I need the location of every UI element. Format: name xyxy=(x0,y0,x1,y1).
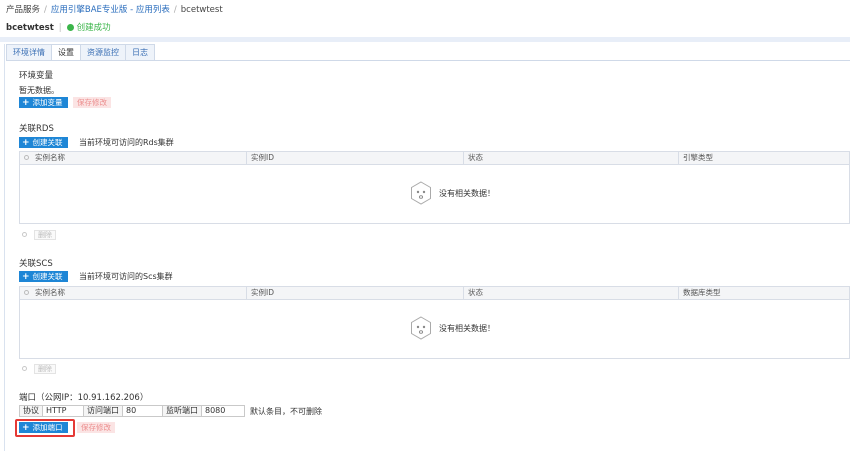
env-vars-title: 环境变量 xyxy=(19,71,54,81)
breadcrumb-separator: / xyxy=(44,5,47,15)
create-rds-association-button[interactable]: + 创建关联 xyxy=(19,137,68,148)
port-entry-row: 协议 HTTP 访问端口 80 监听端口 8080 默认条目，不可删除 xyxy=(19,405,322,417)
column-header-status: 状态 xyxy=(464,287,679,299)
column-label: 实例名称 xyxy=(35,288,65,297)
column-header-instance-id: 实例ID xyxy=(247,152,464,164)
plus-icon: + xyxy=(22,272,30,282)
rds-empty-state: 没有相关数据！ xyxy=(409,181,495,205)
tab-logs[interactable]: 日志 xyxy=(125,44,155,61)
rds-table-header: 实例名称 实例ID 状态 引擎类型 xyxy=(20,152,849,165)
status-dot-icon xyxy=(66,24,74,31)
scs-empty-text: 没有相关数据！ xyxy=(439,323,495,333)
status-text: 创建成功 xyxy=(76,23,111,33)
highlight-outline xyxy=(15,419,75,437)
column-header-instance-id: 实例ID xyxy=(247,287,464,299)
scs-table-footer: 删除 xyxy=(22,363,56,374)
protocol-select[interactable]: HTTP xyxy=(43,405,84,417)
default-entry-note: 默认条目，不可删除 xyxy=(250,406,322,416)
add-variable-label: 添加变量 xyxy=(32,98,63,107)
rds-empty-text: 没有相关数据！ xyxy=(439,188,495,198)
select-all-radio[interactable] xyxy=(24,155,29,160)
app-header: bcetwtest | 创建成功 xyxy=(6,21,111,33)
app-name: bcetwtest xyxy=(6,23,54,33)
access-port-label: 访问端口 xyxy=(84,405,123,417)
create-scs-association-button[interactable]: + 创建关联 xyxy=(19,271,68,282)
ports-title: 端口（公网IP：10.91.162.206） xyxy=(19,393,149,403)
rds-table-footer: 删除 xyxy=(22,229,56,240)
scs-hint: 当前环境可访问的Scs集群 xyxy=(79,272,173,281)
empty-face-icon xyxy=(411,316,431,340)
create-scs-label: 创建关联 xyxy=(32,272,63,281)
plus-icon: + xyxy=(22,138,30,148)
tab-bar-underline xyxy=(6,60,850,61)
select-all-radio[interactable] xyxy=(24,290,29,295)
env-vars-empty-text: 暂无数据。 xyxy=(19,86,59,95)
scs-title: 关联SCS xyxy=(19,259,53,269)
header-divider xyxy=(0,37,850,42)
select-all-radio-footer[interactable] xyxy=(22,232,27,237)
column-header-instance-name: 实例名称 xyxy=(20,152,247,164)
rds-table: 实例名称 实例ID 状态 引擎类型 没有相关数据！ xyxy=(19,151,850,224)
rds-delete-button[interactable]: 删除 xyxy=(34,229,56,240)
tab-settings[interactable]: 设置 xyxy=(51,44,81,61)
breadcrumb: 产品服务 / 应用引擎BAE专业版 - 应用列表 / bcetwtest xyxy=(6,3,223,15)
scs-table-body: 没有相关数据！ xyxy=(20,300,849,358)
column-header-database-type: 数据库类型 xyxy=(683,288,721,297)
scs-table-header: 实例名称 实例ID 状态 数据库类型 xyxy=(20,287,849,300)
tab-env-details[interactable]: 环境详情 xyxy=(6,44,52,61)
scs-table: 实例名称 实例ID 状态 数据库类型 没有相关数据！ xyxy=(19,286,850,359)
add-variable-button[interactable]: + 添加变量 xyxy=(19,97,68,108)
save-env-button[interactable]: 保存修改 xyxy=(73,97,111,108)
breadcrumb-separator: / xyxy=(173,5,177,15)
column-header-instance-name: 实例名称 xyxy=(20,287,247,299)
tab-resource-monitor[interactable]: 资源监控 xyxy=(80,44,126,61)
column-header-status: 状态 xyxy=(464,152,679,164)
tab-bar: 环境详情 设置 资源监控 日志 xyxy=(6,44,155,61)
scs-empty-state: 没有相关数据！ xyxy=(409,316,495,340)
listen-port-input[interactable]: 8080 xyxy=(202,405,245,417)
create-rds-label: 创建关联 xyxy=(32,138,63,147)
scs-delete-button[interactable]: 删除 xyxy=(34,363,56,374)
rds-title: 关联RDS xyxy=(19,124,54,134)
column-header-engine-type: 引擎类型 xyxy=(683,153,713,162)
header-separator: | xyxy=(58,23,62,33)
rds-hint: 当前环境可访问的Rds集群 xyxy=(79,138,174,147)
select-all-radio-footer[interactable] xyxy=(22,366,27,371)
column-label: 实例名称 xyxy=(35,153,65,162)
plus-icon: + xyxy=(22,98,30,108)
breadcrumb-current: bcetwtest xyxy=(180,5,223,15)
listen-port-label: 监听端口 xyxy=(163,405,202,417)
rds-table-body: 没有相关数据！ xyxy=(20,165,849,223)
content-left-border xyxy=(4,44,5,451)
save-ports-button[interactable]: 保存修改 xyxy=(77,422,115,433)
breadcrumb-root: 产品服务 xyxy=(6,5,41,15)
empty-face-icon xyxy=(411,181,431,205)
access-port-input[interactable]: 80 xyxy=(123,405,163,417)
breadcrumb-link-app-list[interactable]: 应用引擎BAE专业版 - 应用列表 xyxy=(51,5,170,15)
protocol-label: 协议 xyxy=(19,405,43,417)
